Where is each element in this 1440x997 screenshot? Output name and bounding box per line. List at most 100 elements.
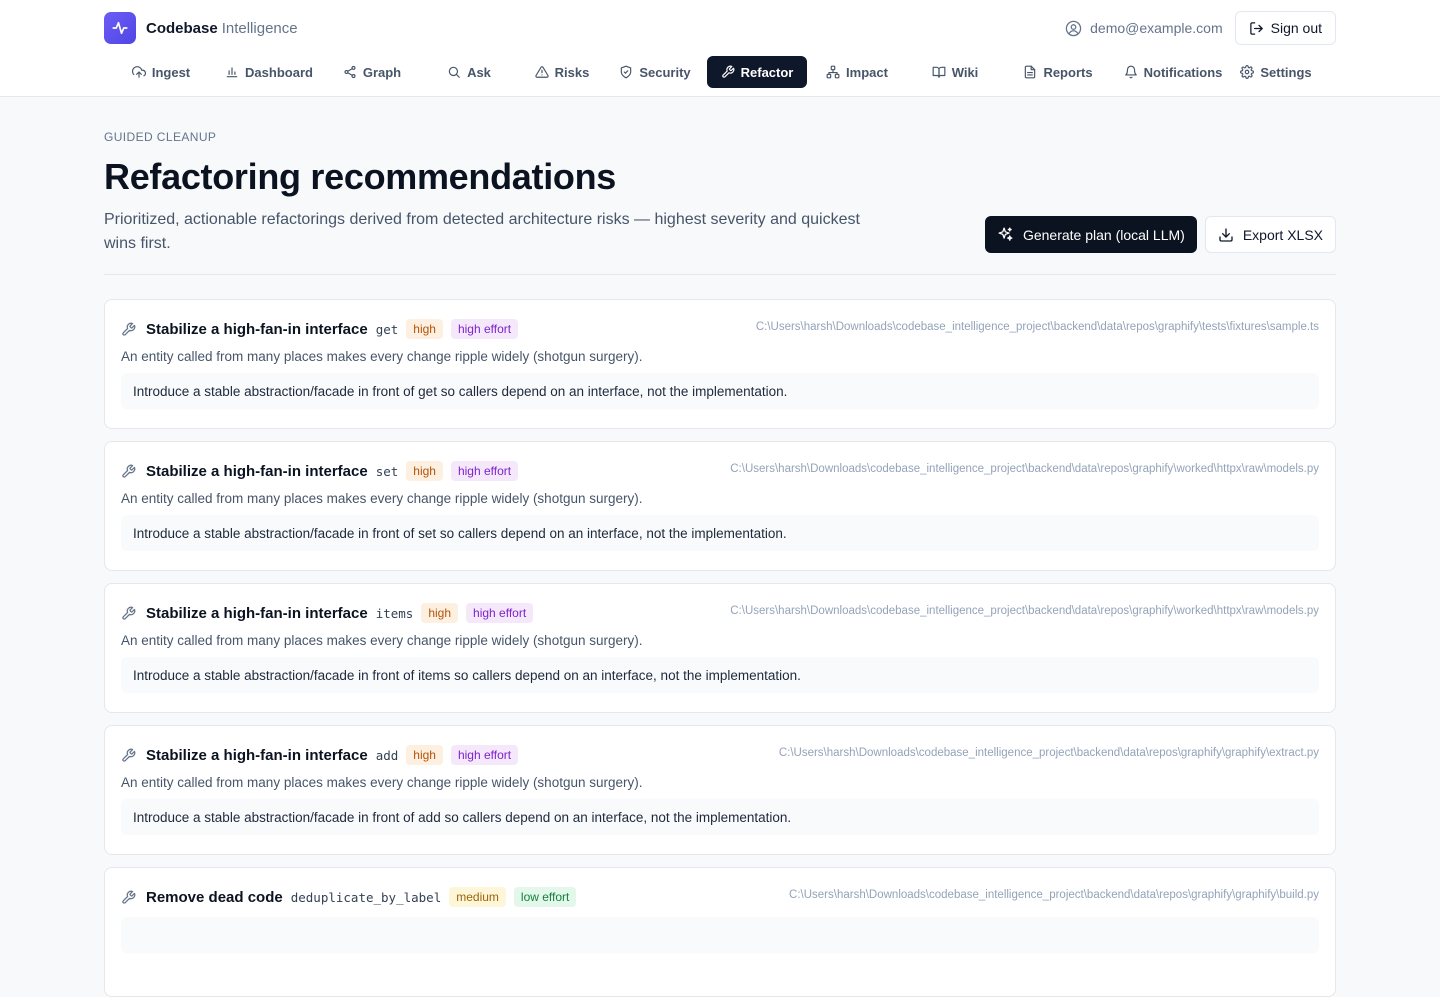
bar-chart-icon — [226, 67, 238, 78]
brand-sub: Intelligence — [221, 19, 298, 37]
card-file-path: C:\Users\harsh\Downloads\codebase_intell… — [730, 605, 1319, 617]
card-recommendation: Introduce a stable abstraction/facade in… — [121, 657, 1319, 693]
card-description: An entity called from many places makes … — [121, 775, 643, 790]
nav-label: Refactor — [740, 64, 794, 80]
search-icon — [448, 66, 460, 78]
nav-security[interactable]: Security — [603, 56, 707, 88]
download-icon — [1219, 227, 1233, 242]
card-entity: add — [375, 747, 399, 763]
severity-badge: high — [406, 461, 443, 481]
nav-label: Dashboard — [245, 64, 313, 80]
nav-label: Risks — [554, 64, 590, 80]
bell-icon — [1124, 65, 1137, 79]
card-title: Stabilize a high-fan-in interface — [146, 746, 368, 764]
activity-logo-icon — [104, 12, 136, 44]
gear-icon — [1240, 65, 1255, 79]
wrench-icon — [122, 606, 136, 620]
nav-dashboard[interactable]: Dashboard — [211, 56, 327, 88]
recommendation-card[interactable]: Stabilize a high-fan-in interface items hi… — [104, 583, 1336, 713]
book-icon — [932, 66, 946, 78]
card-title: Stabilize a high-fan-in interface — [146, 604, 368, 622]
card-recommendation — [121, 917, 1319, 953]
logout-icon — [1249, 21, 1263, 35]
page-title: Refactoring recommendations — [104, 156, 617, 197]
share-icon — [344, 65, 356, 79]
header-divider — [104, 274, 1336, 275]
export-xlsx-label: Export XLSX — [1242, 226, 1323, 243]
export-xlsx-button[interactable]: Export XLSX — [1204, 216, 1336, 253]
nav-label: Ingest — [151, 64, 191, 80]
nav-reports[interactable]: Reports — [1003, 56, 1113, 88]
nav-risks[interactable]: Risks — [521, 56, 603, 88]
effort-badge: high effort — [466, 603, 534, 623]
card-title: Stabilize a high-fan-in interface — [146, 320, 368, 338]
wrench-icon — [122, 322, 136, 336]
nav-label: Impact — [846, 64, 888, 80]
card-recommendation: Introduce a stable abstraction/facade in… — [121, 799, 1319, 835]
effort-badge: low effort — [513, 887, 577, 907]
user-area: demo@example.com Sign out — [1065, 11, 1336, 45]
page-header-row: Prioritized, actionable refactorings der… — [104, 208, 1336, 274]
card-file-path: C:\Users\harsh\Downloads\codebase_intell… — [755, 321, 1319, 333]
page-actions: Generate plan (local LLM) Export XLSX — [984, 216, 1336, 253]
nav-settings[interactable]: Settings — [1233, 56, 1319, 88]
card-entity: items — [375, 605, 414, 621]
recommendation-card[interactable]: Remove dead code deduplicate_by_label medi… — [104, 867, 1336, 997]
wrench-icon — [122, 464, 136, 478]
recommendation-card[interactable]: Stabilize a high-fan-in interface add high… — [104, 725, 1336, 855]
shield-icon — [621, 65, 632, 79]
card-description: An entity called from many places makes … — [121, 349, 643, 364]
warning-icon — [534, 66, 549, 78]
nav-ask[interactable]: Ask — [417, 56, 521, 88]
sign-out-button[interactable]: Sign out — [1234, 11, 1336, 45]
generate-plan-button[interactable]: Generate plan (local LLM) — [984, 216, 1197, 253]
app-header: Codebase Intelligence demo@example.com S… — [0, 0, 1440, 97]
nav-refactor[interactable]: Refactor — [707, 56, 807, 88]
effort-badge: high effort — [450, 745, 519, 765]
nav-label: Wiki — [951, 64, 979, 80]
main-nav: Ingest Dashboard Graph Ask Risks Security Refa… — [111, 56, 1319, 88]
effort-badge: high effort — [450, 461, 519, 481]
card-title: Stabilize a high-fan-in interface — [146, 462, 368, 480]
card-entity: set — [375, 463, 399, 479]
nav-label: Reports — [1043, 64, 1093, 80]
recommendation-card[interactable]: Stabilize a high-fan-in interface get high… — [104, 299, 1336, 429]
page-subtitle: Prioritized, actionable refactorings der… — [104, 211, 860, 252]
nav-label: Graph — [362, 64, 402, 80]
nav-label: Ask — [467, 64, 491, 80]
nav-notifications[interactable]: Notifications — [1113, 56, 1233, 88]
sign-out-label: Sign out — [1270, 20, 1322, 36]
nav-impact[interactable]: Impact — [807, 56, 907, 88]
user-email: demo@example.com — [1090, 20, 1223, 36]
card-description: An entity called from many places makes … — [121, 633, 643, 648]
network-icon — [826, 65, 840, 79]
card-file-path: C:\Users\harsh\Downloads\codebase_intell… — [778, 747, 1319, 759]
main-content: GUIDED CLEANUP Refactoring recommendatio… — [104, 97, 1336, 997]
nav-label: Security — [639, 64, 691, 80]
severity-badge: medium — [449, 887, 506, 907]
cloud-upload-icon — [131, 66, 146, 78]
card-file-path: C:\Users\harsh\Downloads\codebase_intell… — [789, 889, 1319, 901]
severity-badge: high — [406, 319, 443, 339]
user-circle-icon — [1065, 20, 1082, 36]
brand[interactable]: Codebase Intelligence — [104, 12, 298, 44]
nav-graph[interactable]: Graph — [327, 56, 417, 88]
user-account: demo@example.com — [1065, 20, 1223, 37]
page-eyebrow: GUIDED CLEANUP — [104, 130, 217, 144]
card-entity: get — [375, 321, 399, 337]
wrench-icon — [721, 65, 735, 78]
card-description: An entity called from many places makes … — [121, 491, 643, 506]
nav-wiki[interactable]: Wiki — [907, 56, 1003, 88]
recommendation-card[interactable]: Stabilize a high-fan-in interface set high… — [104, 441, 1336, 571]
card-recommendation: Introduce a stable abstraction/facade in… — [121, 515, 1319, 551]
severity-badge: high — [421, 603, 459, 623]
nav-ingest[interactable]: Ingest — [111, 56, 211, 88]
wrench-icon — [122, 890, 136, 904]
generate-plan-label: Generate plan (local LLM) — [1022, 226, 1185, 243]
severity-badge: high — [406, 745, 443, 765]
wrench-icon — [122, 748, 136, 762]
brand-name: Codebase — [146, 19, 218, 37]
file-icon — [1025, 65, 1036, 79]
card-entity: deduplicate_by_label — [290, 889, 442, 905]
card-recommendation: Introduce a stable abstraction/facade in… — [121, 373, 1319, 409]
